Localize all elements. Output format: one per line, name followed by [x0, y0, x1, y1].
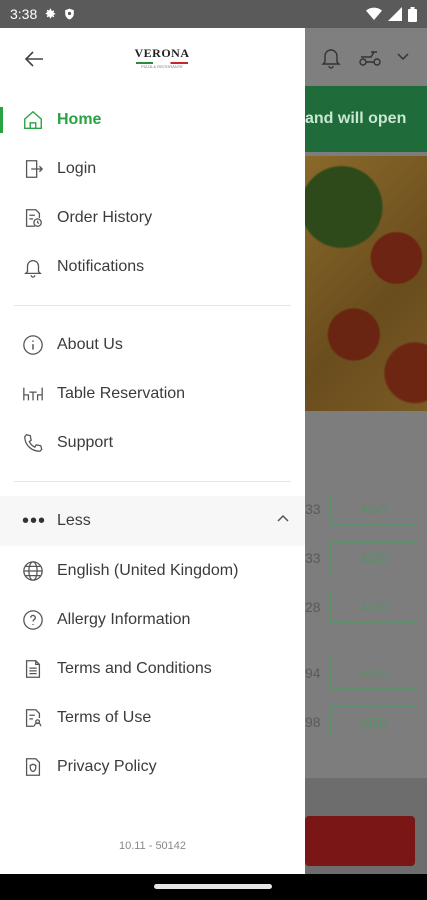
- menu-item-label: Privacy Policy: [57, 757, 157, 775]
- divider: [14, 305, 291, 306]
- checkout-button[interactable]: [305, 816, 415, 866]
- store-status-banner: and will open: [305, 86, 427, 152]
- menu-item-label: About Us: [57, 335, 123, 353]
- delivery-icon: [357, 47, 383, 67]
- price: 28: [305, 599, 321, 615]
- help-icon: [22, 609, 44, 631]
- price: 98: [305, 714, 321, 730]
- menu-item-label: Terms and Conditions: [57, 659, 212, 677]
- document-user-icon: [22, 707, 44, 729]
- system-navigation-bar: [0, 874, 427, 900]
- less-toggle[interactable]: ••• Less: [0, 496, 305, 546]
- add-button[interactable]: ADD: [330, 657, 418, 689]
- menu-item-label: Support: [57, 433, 114, 451]
- settings-icon: [43, 7, 57, 21]
- navigation-drawer: VERONA PIZZA & RISTORANTE Home Login Ord…: [0, 28, 305, 874]
- menu-row: 33 ADD: [305, 541, 427, 575]
- menu-item-label: Login: [57, 159, 97, 177]
- menu-item-language[interactable]: English (United Kingdom): [0, 546, 305, 595]
- shield-icon: [63, 7, 76, 21]
- menu-item-terms-of-use[interactable]: Terms of Use: [0, 693, 305, 742]
- menu-item-order-history[interactable]: Order History: [0, 193, 305, 242]
- menu-item-label: Terms of Use: [57, 708, 152, 726]
- menu-row: 33 ADD: [305, 492, 427, 526]
- hero-image: [305, 156, 427, 411]
- secondary-menu: About Us Table Reservation Support: [0, 320, 305, 467]
- bell-icon: [319, 45, 343, 69]
- back-arrow-icon[interactable]: [22, 47, 46, 71]
- price: 33: [305, 550, 321, 566]
- primary-menu: Home Login Order History Notifications: [0, 95, 305, 291]
- globe-icon: [22, 560, 44, 582]
- menu-item-notifications[interactable]: Notifications: [0, 242, 305, 291]
- logo-text: VERONA: [134, 46, 190, 60]
- menu-item-label: Order History: [57, 208, 153, 226]
- menu-item-label: Table Reservation: [57, 384, 186, 402]
- menu-item-login[interactable]: Login: [0, 144, 305, 193]
- battery-icon: [408, 6, 417, 22]
- menu-row: 98 ADD: [305, 705, 427, 739]
- menu-item-about-us[interactable]: About Us: [0, 320, 305, 369]
- app-version: 10.11 - 50142: [118, 840, 187, 852]
- menu-item-home[interactable]: Home: [0, 95, 305, 144]
- order-history-icon: [22, 207, 44, 229]
- home-gesture-handle[interactable]: [154, 884, 272, 889]
- more-menu: English (United Kingdom) Allergy Informa…: [0, 546, 305, 791]
- menu-item-allergy-information[interactable]: Allergy Information: [0, 595, 305, 644]
- verona-logo: VERONA PIZZA & RISTORANTE: [128, 46, 196, 69]
- price: 33: [305, 501, 321, 517]
- menu-row: 28 ADD: [305, 590, 427, 624]
- menu-item-label: Notifications: [57, 257, 145, 275]
- divider: [14, 481, 291, 482]
- chevron-up-icon: [277, 514, 289, 522]
- menu-row: 94 ADD: [305, 656, 427, 690]
- menu-item-support[interactable]: Support: [0, 418, 305, 467]
- menu-item-privacy-policy[interactable]: Privacy Policy: [0, 742, 305, 791]
- add-button[interactable]: ADD: [330, 591, 418, 623]
- add-button[interactable]: ADD: [330, 493, 418, 525]
- phone-icon: [22, 432, 44, 454]
- bell-icon: [22, 256, 44, 278]
- login-icon: [22, 158, 44, 180]
- info-icon: [22, 334, 44, 356]
- menu-item-table-reservation[interactable]: Table Reservation: [0, 369, 305, 418]
- menu-item-label: Allergy Information: [57, 610, 191, 628]
- status-bar: 3:38: [0, 0, 427, 28]
- price: 94: [305, 665, 321, 681]
- menu-item-label: Home: [57, 110, 102, 128]
- less-toggle-label: Less: [57, 512, 91, 529]
- signal-icon: [388, 7, 402, 21]
- add-button[interactable]: ADD: [330, 706, 418, 738]
- more-dots-icon: •••: [22, 510, 47, 532]
- logo-subtitle: PIZZA & RISTORANTE: [141, 64, 183, 69]
- add-button[interactable]: ADD: [330, 542, 418, 574]
- table-icon: [22, 383, 44, 405]
- drawer-header: VERONA PIZZA & RISTORANTE: [0, 28, 305, 88]
- background-header: [305, 28, 427, 86]
- menu-item-terms-and-conditions[interactable]: Terms and Conditions: [0, 644, 305, 693]
- document-icon: [22, 658, 44, 680]
- chevron-down-icon: [397, 53, 409, 61]
- home-icon: [22, 109, 44, 131]
- banner-text: and will open: [305, 110, 407, 127]
- menu-item-label: English (United Kingdom): [57, 561, 239, 579]
- privacy-icon: [22, 756, 44, 778]
- status-time: 3:38: [10, 6, 38, 22]
- wifi-icon: [366, 7, 382, 21]
